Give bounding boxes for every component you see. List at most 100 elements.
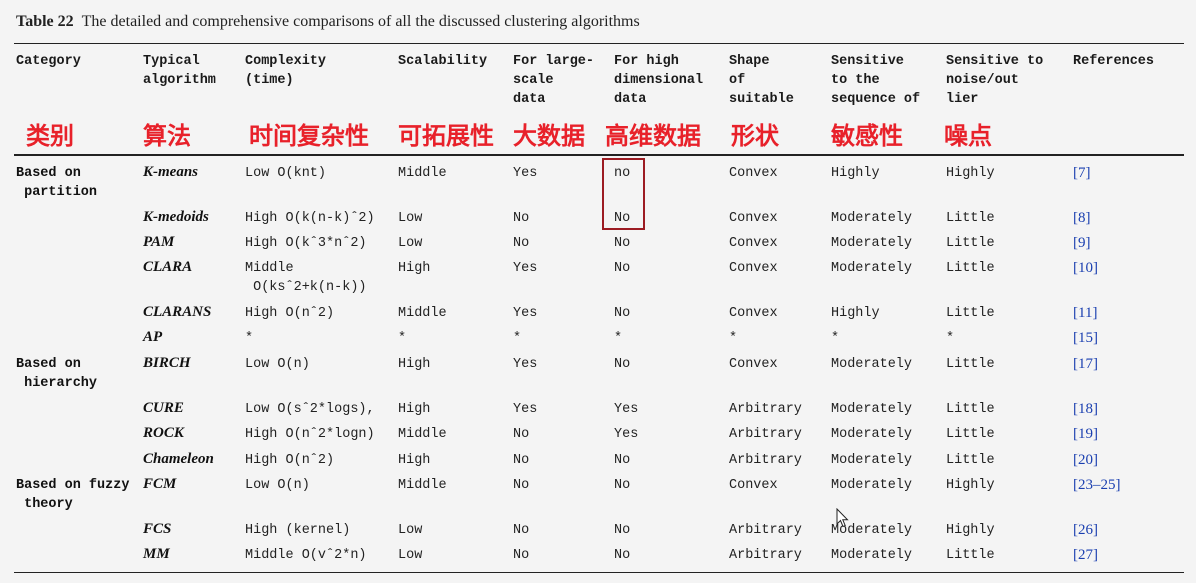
complexity-cell: High O(k(n-k)ˆ2) <box>245 211 375 226</box>
reference-link[interactable]: [20] <box>1073 451 1098 470</box>
reference-link[interactable]: [7] <box>1073 164 1091 183</box>
sequence-cell: Moderately <box>831 453 913 468</box>
high-dim-cell: No <box>614 236 631 251</box>
scalability-cell: Low <box>398 548 423 563</box>
algorithm-cell: CURE <box>143 400 184 416</box>
noise-cell: Little <box>946 357 995 372</box>
shape-cell: Convex <box>729 478 778 493</box>
sequence-cell: Moderately <box>831 478 913 493</box>
shape-cell: Convex <box>729 306 778 321</box>
shape-cell: Arbitrary <box>729 402 802 417</box>
algorithm-cell: K-medoids <box>143 209 209 225</box>
large-data-cell: No <box>513 211 530 226</box>
scalability-cell: Low <box>398 523 423 538</box>
category-fuzzy: Based on fuzzy theory <box>16 478 130 512</box>
sequence-cell: Highly <box>831 306 880 321</box>
reference-link[interactable]: [15] <box>1073 329 1098 348</box>
header-large-data: For large- scale data <box>513 54 595 107</box>
scalability-cell: High <box>398 402 431 417</box>
complexity-cell: Low O(knt) <box>245 166 327 181</box>
algorithm-cell: BIRCH <box>143 355 191 371</box>
large-data-cell: No <box>513 523 530 538</box>
noise-cell: * <box>946 331 955 346</box>
sequence-cell: Moderately <box>831 548 913 563</box>
reference-link[interactable]: [27] <box>1073 546 1098 565</box>
annotation-sequence: 敏感性 <box>831 122 903 150</box>
reference-link[interactable]: [23–25] <box>1073 476 1121 495</box>
table-caption: Table 22 The detailed and comprehensive c… <box>16 13 640 31</box>
header-algorithm: Typical algorithm <box>143 54 216 88</box>
noise-cell: Little <box>946 427 995 442</box>
complexity-cell: High O(kˆ3*nˆ2) <box>245 236 367 251</box>
large-data-cell: Yes <box>513 261 538 276</box>
complexity-cell: High O(nˆ2) <box>245 453 335 468</box>
high-dim-cell: No <box>614 357 631 372</box>
large-data-cell: Yes <box>513 357 538 372</box>
mouse-pointer-icon <box>836 508 849 528</box>
header-noise: Sensitive to noise/out lier <box>946 54 1044 107</box>
scalability-cell: High <box>398 357 431 372</box>
algorithm-cell: ROCK <box>143 425 184 441</box>
sequence-cell: Moderately <box>831 402 913 417</box>
complexity-cell: * <box>245 331 254 346</box>
annotation-noise: 噪点 <box>944 122 992 150</box>
top-rule <box>14 43 1184 44</box>
annotation-scalability: 可拓展性 <box>398 122 494 150</box>
sequence-cell: Moderately <box>831 236 913 251</box>
reference-link[interactable]: [17] <box>1073 355 1098 374</box>
large-data-cell: No <box>513 548 530 563</box>
complexity-cell: Low O(sˆ2*logs), <box>245 402 375 417</box>
complexity-cell: Low O(n) <box>245 357 310 372</box>
bottom-rule <box>14 572 1184 573</box>
large-data-cell: Yes <box>513 402 538 417</box>
reference-link[interactable]: [18] <box>1073 400 1098 419</box>
large-data-cell: No <box>513 427 530 442</box>
algorithm-cell: PAM <box>143 234 175 250</box>
shape-cell: Arbitrary <box>729 523 802 538</box>
large-data-cell: No <box>513 236 530 251</box>
reference-link[interactable]: [10] <box>1073 259 1098 278</box>
sequence-cell: * <box>831 331 840 346</box>
table-title: The detailed and comprehensive compariso… <box>81 13 640 30</box>
header-high-dim: For high dimensional data <box>614 54 704 107</box>
sequence-cell: Moderately <box>831 427 913 442</box>
algorithm-cell: MM <box>143 546 170 562</box>
scalability-cell: Low <box>398 236 423 251</box>
highlight-box <box>602 158 645 230</box>
annotation-category: 类别 <box>26 122 74 150</box>
category-partition: Based on partition <box>16 166 98 200</box>
annotation-complexity: 时间复杂性 <box>249 122 369 150</box>
table-number: Table 22 <box>16 13 74 30</box>
algorithm-cell: Chameleon <box>143 451 214 467</box>
high-dim-cell: No <box>614 523 631 538</box>
algorithm-cell: FCM <box>143 476 177 492</box>
noise-cell: Little <box>946 548 995 563</box>
large-data-cell: * <box>513 331 522 346</box>
complexity-cell: High (kernel) <box>245 523 351 538</box>
high-dim-cell: Yes <box>614 402 639 417</box>
reference-link[interactable]: [19] <box>1073 425 1098 444</box>
shape-cell: Convex <box>729 211 778 226</box>
annotation-shape: 形状 <box>731 122 779 150</box>
large-data-cell: No <box>513 478 530 493</box>
shape-cell: Arbitrary <box>729 427 802 442</box>
complexity-cell: Middle O(vˆ2*n) <box>245 548 367 563</box>
annotation-large-data: 大数据 <box>513 122 585 150</box>
reference-link[interactable]: [9] <box>1073 234 1091 253</box>
algorithm-cell: K-means <box>143 164 199 180</box>
sequence-cell: Highly <box>831 166 880 181</box>
reference-link[interactable]: [11] <box>1073 304 1097 323</box>
scalability-cell: High <box>398 453 431 468</box>
reference-link[interactable]: [26] <box>1073 521 1098 540</box>
noise-cell: Little <box>946 453 995 468</box>
reference-link[interactable]: [8] <box>1073 209 1091 228</box>
algorithm-cell: CLARANS <box>143 304 212 320</box>
algorithm-cell: AP <box>143 329 163 345</box>
large-data-cell: Yes <box>513 166 538 181</box>
large-data-cell: Yes <box>513 306 538 321</box>
noise-cell: Little <box>946 402 995 417</box>
table-page: Table 22 The detailed and comprehensive c… <box>0 0 1196 583</box>
scalability-cell: Low <box>398 211 423 226</box>
sequence-cell: Moderately <box>831 211 913 226</box>
noise-cell: Highly <box>946 523 995 538</box>
